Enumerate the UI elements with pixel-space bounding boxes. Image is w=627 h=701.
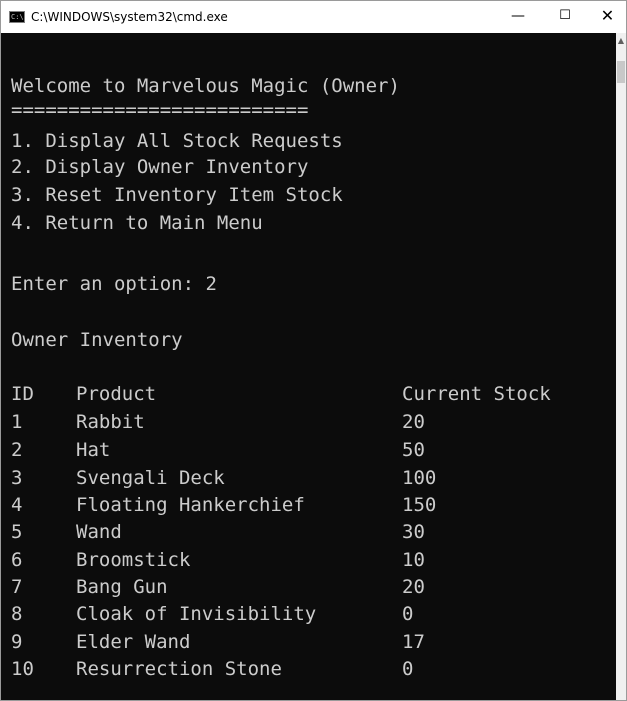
separator-line: ========================== (11, 99, 309, 121)
row-id: 3 (11, 467, 23, 489)
cmd-icon[interactable]: C:\ (9, 11, 25, 23)
row-product: Elder Wand (76, 631, 191, 653)
row-id: 7 (11, 576, 23, 598)
row-stock: 0 (402, 658, 414, 680)
row-product: Wand (76, 521, 122, 543)
option-prompt: Enter an option: 2 (11, 273, 217, 295)
row-product: Svengali Deck (76, 467, 225, 489)
row-stock: 30 (402, 521, 425, 543)
row-id: 8 (11, 603, 23, 625)
scroll-up-arrow-icon[interactable]: ▲ (616, 35, 626, 47)
table-header-row: ID Product Current Stock (1, 382, 601, 406)
row-product: Broomstick (76, 549, 191, 571)
row-stock: 10 (402, 549, 425, 571)
welcome-text: Welcome to Marvelous Magic (Owner) (11, 75, 400, 97)
table-row: 8 Cloak of Invisibility 0 (1, 602, 601, 626)
row-id: 10 (11, 658, 34, 680)
header-id: ID (11, 383, 34, 405)
row-id: 6 (11, 549, 23, 571)
table-row: 9 Elder Wand 17 (1, 630, 601, 654)
row-product: Floating Hankerchief (76, 494, 305, 516)
table-row: 4 Floating Hankerchief 150 (1, 493, 601, 517)
maximize-button[interactable]: ☐ (542, 1, 588, 33)
row-id: 5 (11, 521, 23, 543)
header-stock: Current Stock (402, 383, 551, 405)
table-row: 10 Resurrection Stone 0 (1, 657, 601, 681)
row-id: 2 (11, 439, 23, 461)
table-row: 3 Svengali Deck 100 (1, 466, 601, 490)
row-stock: 50 (402, 439, 425, 461)
close-button[interactable]: ✕ (589, 1, 626, 33)
table-row: 1 Rabbit 20 (1, 410, 601, 434)
table-row: 5 Wand 30 (1, 520, 601, 544)
row-id: 9 (11, 631, 23, 653)
menu-item-2: 2. Display Owner Inventory (11, 156, 309, 178)
row-stock: 100 (402, 467, 437, 489)
table-row: 6 Broomstick 10 (1, 548, 601, 572)
row-id: 4 (11, 494, 23, 516)
cmd-icon-label: C:\ (11, 13, 24, 21)
minimize-button[interactable]: — (495, 1, 541, 33)
menu-item-3: 3. Reset Inventory Item Stock (11, 184, 343, 206)
table-row: 7 Bang Gun 20 (1, 575, 601, 599)
row-product: Rabbit (76, 411, 145, 433)
menu-item-4: 4. Return to Main Menu (11, 212, 263, 234)
row-product: Cloak of Invisibility (76, 603, 317, 625)
vertical-scrollbar[interactable]: ▲ (616, 33, 626, 700)
row-product: Hat (76, 439, 111, 461)
row-stock: 150 (402, 494, 437, 516)
cmd-window: C:\ C:\WINDOWS\system32\cmd.exe — ☐ ✕ We… (0, 0, 627, 701)
section-title: Owner Inventory (11, 329, 183, 351)
title-bar[interactable]: C:\ C:\WINDOWS\system32\cmd.exe — ☐ ✕ (1, 1, 626, 33)
table-row: 2 Hat 50 (1, 438, 601, 462)
row-stock: 17 (402, 631, 425, 653)
header-product: Product (76, 383, 157, 405)
scroll-thumb[interactable] (617, 61, 625, 83)
row-product: Bang Gun (76, 576, 168, 598)
console-output[interactable]: Welcome to Marvelous Magic (Owner) =====… (1, 33, 616, 700)
row-product: Resurrection Stone (76, 658, 282, 680)
window-title: C:\WINDOWS\system32\cmd.exe (31, 10, 228, 24)
row-stock: 0 (402, 603, 414, 625)
menu-item-1: 1. Display All Stock Requests (11, 130, 343, 152)
row-id: 1 (11, 411, 23, 433)
row-stock: 20 (402, 576, 425, 598)
row-stock: 20 (402, 411, 425, 433)
